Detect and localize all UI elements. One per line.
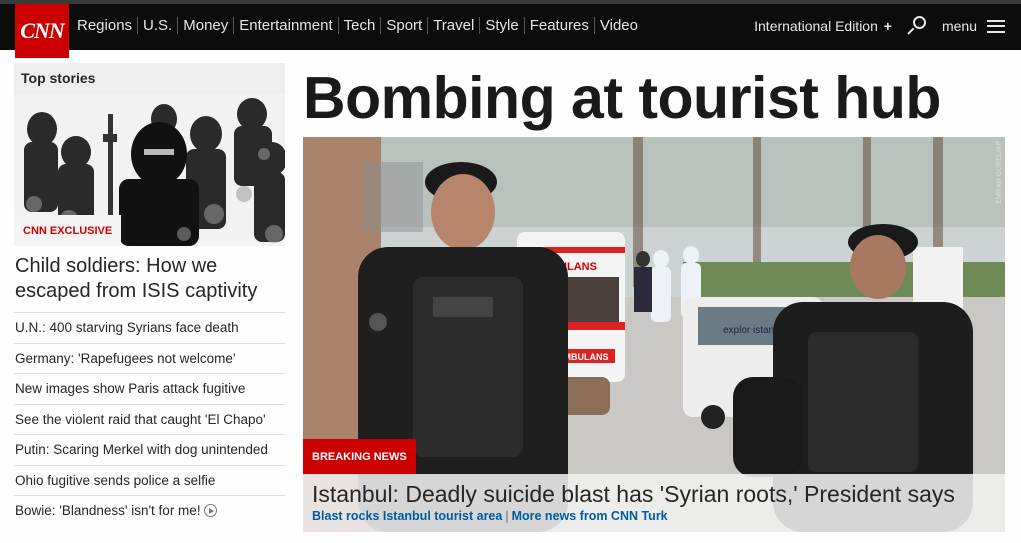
search-icon[interactable]: [906, 16, 926, 36]
list-item[interactable]: Ohio fugitive sends police a selfie: [14, 466, 285, 496]
list-item[interactable]: Putin: Scaring Merkel with dog unintende…: [14, 435, 285, 466]
nav-links: Regions U.S. Money Entertainment Tech Sp…: [72, 17, 643, 34]
related-link-cnn-turk[interactable]: More news from CNN Turk: [512, 509, 668, 523]
related-link-blast[interactable]: Blast rocks Istanbul tourist area: [312, 509, 502, 523]
nav-link-features[interactable]: Features: [525, 17, 595, 34]
hero-caption-title[interactable]: Istanbul: Deadly suicide blast has 'Syri…: [312, 481, 1005, 508]
logo-text: CNN: [20, 18, 64, 43]
photo-credit: EMRAH GUREL/AP: [996, 141, 1003, 204]
nav-right: International Edition + menu: [754, 16, 1005, 36]
nav-link-travel[interactable]: Travel: [428, 17, 481, 34]
cnn-exclusive-badge: CNN EXCLUSIVE: [14, 215, 122, 246]
main-headline[interactable]: Bombing at tourist hub: [303, 66, 941, 130]
nav-link-entertainment[interactable]: Entertainment: [234, 17, 339, 34]
hamburger-menu-icon[interactable]: [987, 19, 1005, 33]
list-item[interactable]: New images show Paris attack fugitive: [14, 374, 285, 405]
lead-story-headline[interactable]: Child soldiers: How we escaped from ISIS…: [14, 246, 285, 313]
cnn-logo[interactable]: CNN: [15, 4, 69, 58]
plus-icon: +: [883, 18, 892, 34]
nav-top-line: [0, 0, 1021, 4]
nav-link-style[interactable]: Style: [480, 17, 525, 34]
top-stories-column: Top stories CNN EXCLUSIVE Child soldiers…: [14, 63, 285, 527]
menu-label[interactable]: menu: [942, 18, 977, 34]
nav-link-sport[interactable]: Sport: [381, 17, 429, 34]
hero-image[interactable]: AMBULANS AMBULANS explor istanbul: [303, 137, 1005, 532]
list-item-label: Bowie: 'Blandness' isn't for me!: [15, 503, 201, 518]
list-item[interactable]: U.N.: 400 starving Syrians face death: [14, 313, 285, 344]
edition-label: International Edition: [754, 18, 878, 34]
nav-link-tech[interactable]: Tech: [339, 17, 382, 34]
nav-link-regions[interactable]: Regions: [72, 17, 139, 34]
list-item[interactable]: See the violent raid that caught 'El Cha…: [14, 405, 285, 435]
hero-caption: Istanbul: Deadly suicide blast has 'Syri…: [303, 474, 1005, 532]
link-separator: |: [505, 509, 509, 523]
edition-picker[interactable]: International Edition +: [754, 18, 892, 34]
nav-link-money[interactable]: Money: [178, 17, 235, 34]
play-icon: [203, 504, 217, 517]
nav-link-video[interactable]: Video: [595, 17, 643, 34]
list-item-video[interactable]: Bowie: 'Blandness' isn't for me!: [14, 496, 285, 527]
top-stories-heading: Top stories: [14, 63, 285, 94]
nav-link-us[interactable]: U.S.: [138, 17, 179, 34]
list-item[interactable]: Germany: 'Rapefugees not welcome': [14, 344, 285, 374]
hero-caption-links: Blast rocks Istanbul tourist area | More n…: [312, 509, 1005, 523]
story-list: U.N.: 400 starving Syrians face death Ge…: [14, 313, 285, 527]
lead-story-image[interactable]: CNN EXCLUSIVE: [14, 94, 285, 246]
top-nav: CNN Regions U.S. Money Entertainment Tec…: [0, 0, 1021, 58]
breaking-news-badge: BREAKING NEWS: [303, 439, 416, 474]
